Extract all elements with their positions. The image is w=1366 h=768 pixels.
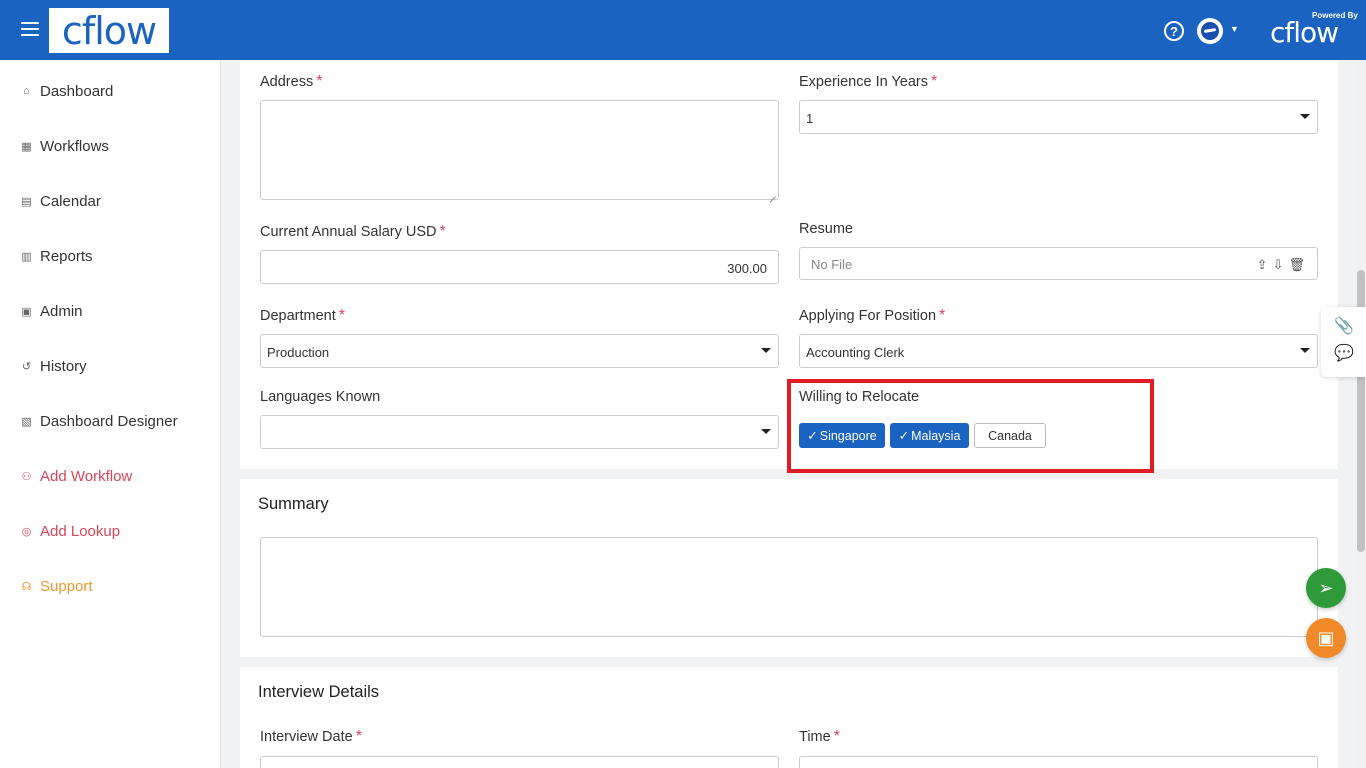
sidebar-item-label: Reports (40, 247, 93, 265)
languages-label: Languages Known (260, 389, 381, 405)
sidebar-item-label: Add Workflow (40, 467, 133, 485)
summary-textarea[interactable] (260, 537, 1318, 637)
sidebar-item-admin[interactable]: ▣ Admin (20, 301, 83, 321)
upload-icon[interactable]: ⇪ (1257, 257, 1268, 273)
department-value: Production (267, 345, 330, 360)
send-icon: ➢ (1318, 577, 1334, 598)
sidebar-item-history[interactable]: ↺ History (20, 356, 87, 376)
salary-value: 300.00 (727, 261, 767, 276)
chevron-down-icon (761, 348, 771, 353)
resume-file-field[interactable]: No File ⇪ ⇩ 🗑 (799, 247, 1318, 280)
designer-icon: ▧ (21, 415, 32, 428)
logo-text: cflow (61, 8, 157, 53)
chevron-down-icon (761, 429, 771, 434)
sidebar-item-calendar[interactable]: ▤ Calendar (20, 191, 101, 211)
sidebar-item-label: Support (40, 577, 93, 595)
experience-label: Experience In Years * (799, 73, 938, 90)
history-icon: ↺ (21, 360, 32, 373)
side-toolbar: 📎 💬 (1321, 307, 1366, 377)
workflow-icon: ⚇ (21, 470, 32, 483)
department-select[interactable]: Production (260, 334, 779, 368)
highlight-box (787, 379, 1154, 473)
interview-date-input[interactable] (260, 756, 779, 768)
position-select[interactable]: Accounting Clerk (799, 334, 1318, 368)
interview-date-label: Interview Date * (260, 728, 362, 745)
headset-icon: ☊ (21, 580, 32, 593)
interview-card (240, 667, 1338, 768)
powered-by-logo: cflow (1270, 16, 1339, 49)
help-icon[interactable]: ? (1164, 21, 1184, 41)
time-input[interactable] (799, 756, 1318, 768)
sidebar-item-label: Dashboard Designer (40, 412, 178, 430)
save-button[interactable]: ▣ (1306, 618, 1346, 658)
address-textarea[interactable] (260, 100, 779, 200)
report-icon: ▥ (21, 250, 32, 263)
send-button[interactable]: ➢ (1306, 568, 1346, 608)
sidebar-item-dashboard-designer[interactable]: ▧ Dashboard Designer (20, 411, 178, 431)
admin-icon: ▣ (21, 305, 32, 318)
sidebar-item-dashboard[interactable]: ⌂ Dashboard (20, 81, 113, 101)
paperclip-icon[interactable]: 📎 (1334, 316, 1354, 336)
languages-select[interactable] (260, 415, 779, 449)
chevron-down-icon (1300, 114, 1310, 119)
department-label: Department * (260, 307, 345, 324)
sidebar-item-label: Calendar (40, 192, 101, 210)
sidebar-item-support[interactable]: ☊ Support (20, 576, 93, 596)
time-label: Time * (799, 728, 840, 745)
address-label: Address * (260, 73, 323, 90)
sidebar-item-label: Workflows (40, 137, 109, 155)
sidebar-item-label: Admin (40, 302, 83, 320)
cflow-logo[interactable]: cflow (49, 8, 169, 53)
avatar[interactable] (1197, 18, 1223, 44)
resize-handle[interactable] (768, 189, 776, 197)
sidebar-item-add-workflow[interactable]: ⚇ Add Workflow (20, 466, 133, 486)
lookup-icon: ◎ (21, 525, 32, 538)
calendar-icon: ▤ (21, 195, 32, 208)
sidebar-item-label: Add Lookup (40, 522, 121, 540)
experience-value: 1 (806, 111, 814, 126)
salary-label: Current Annual Salary USD * (260, 223, 446, 240)
chevron-down-icon (1300, 348, 1310, 353)
sidebar: ⌂ Dashboard ▦ Workflows ▤ Calendar ▥ Rep… (0, 60, 221, 768)
salary-input[interactable]: 300.00 (260, 250, 779, 284)
sidebar-item-add-lookup[interactable]: ◎ Add Lookup (20, 521, 120, 541)
sidebar-item-workflows[interactable]: ▦ Workflows (20, 136, 109, 156)
trash-icon[interactable]: 🗑 (1288, 257, 1305, 273)
experience-select[interactable]: 1 (799, 100, 1318, 134)
sidebar-item-label: History (40, 357, 87, 375)
chevron-down-icon[interactable]: ▼ (1230, 24, 1239, 34)
resume-label: Resume (799, 221, 853, 237)
comment-icon[interactable]: 💬 (1334, 343, 1354, 363)
resume-placeholder: No File (811, 257, 853, 272)
menu-icon[interactable] (21, 22, 39, 36)
sidebar-item-label: Dashboard (40, 82, 114, 100)
save-icon: ▣ (1317, 627, 1335, 648)
position-label: Applying For Position * (799, 307, 946, 324)
home-icon: ⌂ (23, 85, 30, 97)
download-icon[interactable]: ⇩ (1273, 257, 1284, 273)
summary-title: Summary (258, 495, 329, 513)
interview-title: Interview Details (258, 683, 380, 701)
position-value: Accounting Clerk (806, 345, 905, 360)
grid-icon: ▦ (21, 140, 32, 153)
sidebar-item-reports[interactable]: ▥ Reports (20, 246, 93, 266)
top-header: cflow ? ▼ Powered By cflow (0, 0, 1366, 60)
